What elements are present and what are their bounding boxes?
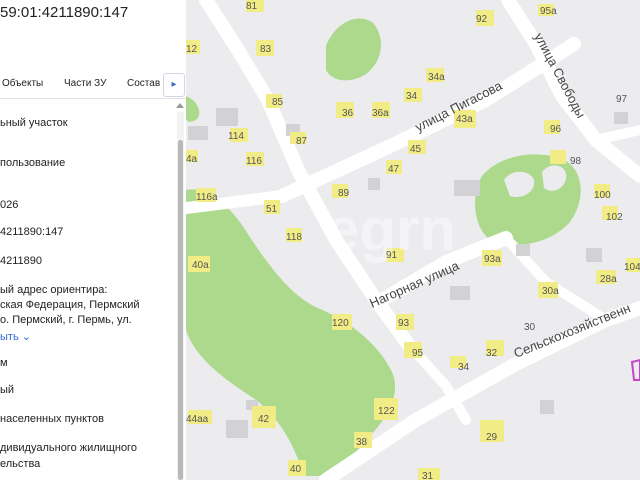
show-more-link[interactable]: ыть ⌄ — [0, 330, 31, 345]
house-number: 120 — [332, 318, 349, 329]
house-number: 40а — [192, 260, 209, 271]
house-number: 31 — [422, 471, 434, 480]
house-number: 95а — [540, 6, 557, 17]
house-number: 36а — [372, 108, 389, 119]
tab-parts[interactable]: Части ЗУ — [64, 78, 106, 89]
house-number: 97 — [616, 94, 628, 105]
house-number: 32 — [486, 348, 498, 359]
house-number: 34 — [458, 362, 470, 373]
house-number: 93а — [484, 254, 501, 265]
selected-parcel-outline[interactable] — [630, 358, 640, 381]
field-status: ый — [0, 384, 15, 396]
tab-objects[interactable]: Объекты — [2, 78, 43, 89]
map-view[interactable]: egrn улица Пигасова улица Свободы Нагорн… — [186, 0, 640, 480]
house-number: 104 — [624, 262, 640, 273]
house-number: 4а — [186, 154, 198, 165]
object-info-panel: 59:01:4211890:147 Объекты Части ЗУ Соста… — [0, 0, 186, 480]
house-number: 47 — [388, 164, 400, 175]
house-number: 30а — [542, 286, 559, 297]
house-number: 42 — [258, 414, 270, 425]
labeled-building — [550, 150, 566, 164]
tab-composition[interactable]: Состав — [127, 78, 160, 89]
forest-area-right — [475, 154, 581, 245]
field-quarter: 026 — [0, 199, 19, 211]
building — [226, 420, 248, 438]
building — [450, 286, 470, 300]
scroll-up-arrow-icon[interactable] — [176, 103, 184, 108]
field-permitted-use-line-1: дивидуального жилищного — [0, 442, 137, 454]
field-land-category: пользование — [0, 157, 66, 169]
street-label-nagornaya: Нагорная улица — [367, 258, 462, 311]
house-number: 96 — [550, 124, 562, 135]
house-number: 83 — [260, 44, 272, 55]
house-number: 118 — [286, 232, 302, 243]
house-number: 93 — [398, 318, 410, 329]
house-number: 85 — [272, 97, 284, 108]
house-number: 43а — [456, 114, 473, 125]
house-number: 89 — [338, 188, 350, 199]
tabs-scroll-right-button[interactable]: ▸ — [163, 73, 185, 97]
house-number: 40 — [290, 464, 302, 475]
house-number: 95 — [412, 348, 424, 359]
road-east-spur — [591, 125, 640, 145]
field-address-line-1: ская Федерация, Пермский — [0, 299, 140, 311]
house-number: 34 — [406, 91, 418, 102]
house-number: 38 — [356, 437, 368, 448]
field-cadastral-quarter: 4211890 — [0, 255, 43, 267]
house-number: 36 — [342, 108, 354, 119]
house-number: 51 — [266, 204, 278, 215]
house-number: 34а — [428, 72, 445, 83]
house-number: 100 — [594, 190, 611, 201]
scrollbar-thumb[interactable] — [178, 140, 183, 480]
forest-area-top — [326, 18, 381, 81]
field-address-title: ый адрес ориентира: — [0, 284, 108, 296]
house-number: 44аа — [186, 414, 209, 425]
show-more-label: ыть — [0, 331, 19, 343]
house-number: 87 — [296, 136, 308, 147]
chevron-right-icon: ▸ — [171, 79, 177, 90]
house-number: 92 — [476, 14, 488, 25]
building — [586, 248, 602, 262]
forest-area-leftedge — [186, 96, 200, 122]
house-number: 12 — [186, 44, 198, 55]
house-number: 116а — [196, 192, 218, 203]
building — [368, 178, 380, 190]
field-cadastral-number: 4211890:147 — [0, 226, 64, 238]
building — [540, 400, 554, 414]
house-number: 91 — [386, 250, 398, 261]
field-address-line-2: о. Пермский, г. Пермь, ул. — [0, 314, 132, 326]
map-canvas[interactable]: egrn улица Пигасова улица Свободы Нагорн… — [186, 0, 640, 480]
house-number: 102 — [606, 212, 623, 223]
building — [614, 112, 628, 124]
building — [216, 108, 238, 126]
house-number: 29 — [486, 432, 498, 443]
house-number: 116 — [246, 156, 262, 167]
house-number: 30 — [524, 322, 536, 333]
field-area-unit: м — [0, 357, 8, 369]
building — [454, 180, 480, 196]
house-number: 114 — [228, 131, 244, 142]
field-permitted-use-line-2: ельства — [0, 458, 41, 470]
cadastral-number: 59:01:4211890:147 — [0, 4, 129, 21]
field-category: населенных пунктов — [0, 413, 104, 425]
building — [188, 126, 208, 140]
tab-bar: Объекты Части ЗУ Состав — [0, 70, 186, 99]
field-object-type: ьный участок — [0, 117, 68, 129]
chevron-down-icon: ⌄ — [21, 331, 31, 343]
house-number: 45 — [410, 144, 422, 155]
building — [516, 244, 530, 256]
house-number: 98 — [570, 156, 582, 167]
house-number: 28а — [600, 274, 617, 285]
house-number: 81 — [246, 1, 258, 12]
house-number: 122 — [378, 406, 395, 417]
